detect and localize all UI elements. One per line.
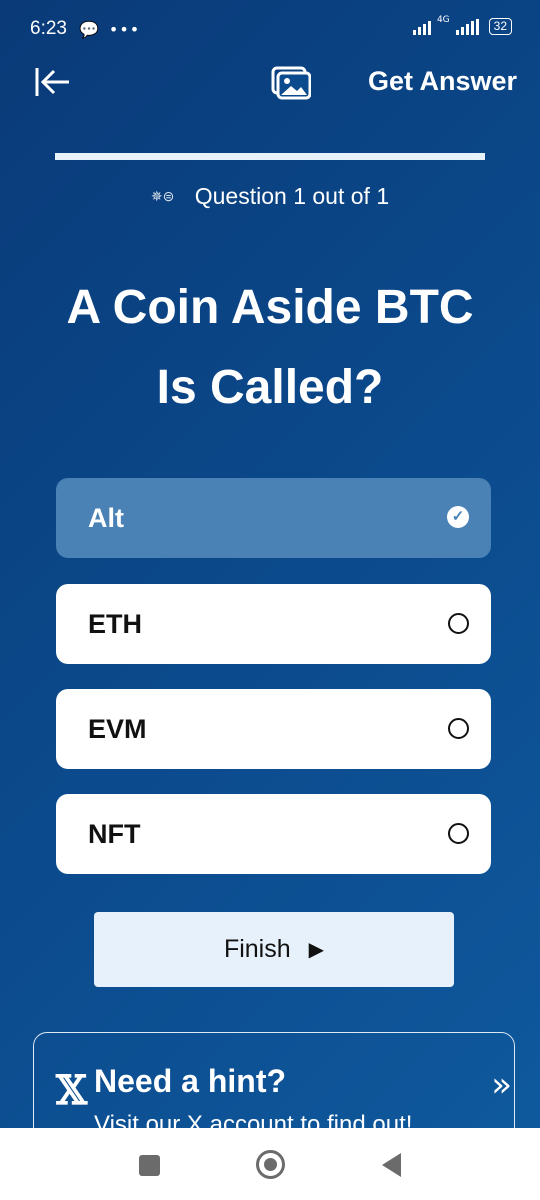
radio-icon (448, 718, 469, 739)
option-label: EVM (88, 713, 147, 744)
checkmark-icon: ✓ (447, 506, 469, 528)
coin-flame-icon: ✵⊜ (150, 188, 175, 204)
system-nav-bar (0, 1128, 540, 1200)
double-chevron-right-icon[interactable]: » (491, 1065, 512, 1105)
back-triangle-icon[interactable] (382, 1153, 401, 1177)
status-indicators: 4G 32 (412, 15, 512, 35)
play-icon: ▶ (308, 939, 325, 961)
finish-label: Finish (223, 935, 291, 963)
answer-option-eth[interactable]: ETH (56, 584, 491, 664)
status-bar: 6:23 💬 ••• 4G 32 (0, 0, 540, 58)
option-label: ETH (88, 608, 142, 639)
answer-option-evm[interactable]: EVM (56, 689, 491, 769)
home-icon[interactable] (256, 1150, 285, 1179)
x-logo-icon: 𝕏 (56, 1067, 88, 1114)
question-counter-text: Question 1 out of 1 (194, 183, 390, 209)
question-counter: ✵⊜ Question 1 out of 1 (0, 183, 540, 210)
hint-title: Need a hint? (94, 1063, 287, 1099)
option-label: Alt (88, 502, 124, 533)
answer-option-nft[interactable]: NFT (56, 794, 491, 874)
cell-signal-icon (455, 18, 479, 35)
radio-icon (448, 823, 469, 844)
question-title: A Coin Aside BTC Is Called? (66, 281, 474, 414)
battery-indicator: 32 (488, 18, 512, 35)
option-label: NFT (88, 818, 141, 849)
answer-option-alt[interactable]: Alt ✓ (56, 478, 491, 558)
progress-fill (55, 153, 485, 160)
progress-bar (55, 153, 485, 160)
more-notifications-icon: ••• (108, 19, 141, 39)
chat-notification-icon: 💬 (78, 19, 99, 39)
network-type: 4G (436, 15, 450, 25)
back-arrow-icon[interactable] (34, 64, 72, 100)
wifi-signal-icon (412, 19, 431, 35)
finish-button[interactable]: Finish ▶ (94, 912, 454, 987)
recent-apps-icon[interactable] (139, 1155, 160, 1176)
radio-icon (448, 613, 469, 634)
get-answer-button[interactable]: Get Answer (368, 66, 517, 97)
top-nav: Get Answer (0, 58, 540, 108)
image-gallery-icon[interactable] (271, 66, 312, 100)
status-time: 6:23 (30, 18, 67, 39)
